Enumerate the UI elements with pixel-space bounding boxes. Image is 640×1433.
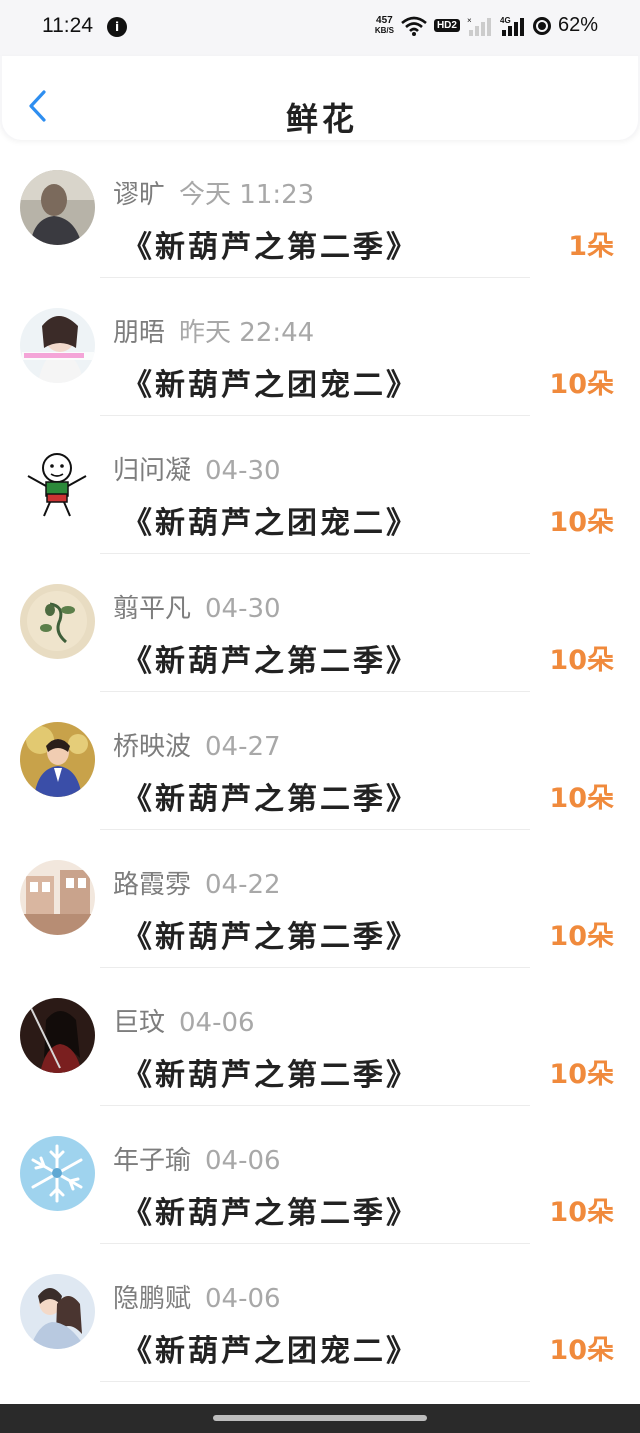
battery-icon <box>532 16 551 35</box>
sent-time: 04-30 <box>205 456 281 486</box>
sender-meta: 桥映波 04-27 <box>113 726 281 763</box>
avatar[interactable] <box>20 1274 95 1349</box>
flower-count: 10朵 <box>549 369 614 400</box>
book-title[interactable]: 《新葫芦之第二季》 <box>122 774 419 818</box>
book-title[interactable]: 《新葫芦之团宠二》 <box>122 360 419 404</box>
notification-icon: i <box>107 17 127 37</box>
sent-time: 04-30 <box>205 594 281 624</box>
sender-meta: 巨玟 04-06 <box>113 1002 255 1039</box>
avatar[interactable] <box>20 170 95 245</box>
sender-meta: 朋晤 昨天 22:44 <box>113 312 314 349</box>
sender-name: 路霞雰 <box>113 870 192 900</box>
status-time: 11:24 <box>42 14 93 37</box>
sent-time: 04-27 <box>205 732 281 762</box>
sent-time: 04-06 <box>205 1146 281 1176</box>
signal-4g-icon: 4G <box>500 16 524 36</box>
avatar[interactable] <box>20 584 95 659</box>
network-speed-unit: KB/S <box>374 25 394 35</box>
avatar[interactable] <box>20 308 95 383</box>
home-gesture-handle[interactable] <box>213 1415 427 1421</box>
list-item[interactable]: 朋晤 昨天 22:44 《新葫芦之团宠二》 10朵 <box>0 278 640 416</box>
flower-count: 10朵 <box>549 783 614 814</box>
signal-weak-icon: × <box>467 16 491 36</box>
header-panel: 鲜花 <box>2 56 638 140</box>
book-title[interactable]: 《新葫芦之第二季》 <box>122 1188 419 1232</box>
sender-name: 归问凝 <box>113 456 192 486</box>
avatar[interactable] <box>20 1136 95 1211</box>
list-item[interactable]: 桥映波 04-27 《新葫芦之第二季》 10朵 <box>0 692 640 830</box>
sent-time: 04-22 <box>205 870 281 900</box>
sender-name: 巨玟 <box>113 1008 166 1038</box>
page-title: 鲜花 <box>285 100 358 138</box>
status-bar: 11:24 i 457 KB/S HD2 × 4G 62% <box>0 0 640 56</box>
sent-time: 04-06 <box>179 1008 255 1038</box>
avatar[interactable] <box>20 446 95 521</box>
sender-meta: 隐鹏赋 04-06 <box>113 1278 281 1315</box>
battery-level: 62% <box>557 14 598 36</box>
sent-time: 今天 11:23 <box>179 180 315 210</box>
book-title[interactable]: 《新葫芦之团宠二》 <box>122 1326 419 1370</box>
network-speed-value: 457 <box>376 14 393 26</box>
book-title[interactable]: 《新葫芦之第二季》 <box>122 636 419 680</box>
list-item[interactable]: 巨玟 04-06 《新葫芦之第二季》 10朵 <box>0 968 640 1106</box>
sender-meta: 年子瑜 04-06 <box>113 1140 281 1177</box>
flower-count: 10朵 <box>549 1335 614 1366</box>
sender-name: 朋晤 <box>113 318 166 348</box>
divider <box>100 1381 530 1382</box>
flower-count: 10朵 <box>549 645 614 676</box>
flower-count: 10朵 <box>549 921 614 952</box>
avatar[interactable] <box>20 722 95 797</box>
sender-meta: 翦平凡 04-30 <box>113 588 281 625</box>
avatar[interactable] <box>20 860 95 935</box>
book-title[interactable]: 《新葫芦之第二季》 <box>122 912 419 956</box>
flower-count: 1朵 <box>568 231 614 262</box>
hd-badge: HD2 <box>433 19 460 32</box>
sender-name: 年子瑜 <box>113 1146 192 1176</box>
book-title[interactable]: 《新葫芦之团宠二》 <box>122 498 419 542</box>
system-nav-bar <box>0 1404 640 1433</box>
sender-meta: 归问凝 04-30 <box>113 450 281 487</box>
book-title[interactable]: 《新葫芦之第二季》 <box>122 1050 419 1094</box>
sender-meta: 谬旷 今天 11:23 <box>113 174 314 211</box>
wifi-icon <box>401 16 427 36</box>
sender-name: 翦平凡 <box>113 594 192 624</box>
sender-name: 隐鹏赋 <box>113 1284 192 1314</box>
flower-count: 10朵 <box>549 507 614 538</box>
sender-name: 谬旷 <box>113 180 166 210</box>
flower-count: 10朵 <box>549 1197 614 1228</box>
list-item[interactable]: 归问凝 04-30 《新葫芦之团宠二》 10朵 <box>0 416 640 554</box>
svg-text:×: × <box>467 16 472 25</box>
sender-name: 桥映波 <box>113 732 192 762</box>
book-title[interactable]: 《新葫芦之第二季》 <box>122 222 419 266</box>
list-item[interactable]: 谬旷 今天 11:23 《新葫芦之第二季》 1朵 <box>0 140 640 278</box>
avatar[interactable] <box>20 998 95 1073</box>
list-item[interactable]: 路霞雰 04-22 《新葫芦之第二季》 10朵 <box>0 830 640 968</box>
status-indicators: 457 KB/S HD2 × 4G 62% <box>375 14 598 37</box>
list-item[interactable]: 隐鹏赋 04-06 《新葫芦之团宠二》 10朵 <box>0 1244 640 1382</box>
sender-meta: 路霞雰 04-22 <box>113 864 281 901</box>
list-item[interactable]: 翦平凡 04-30 《新葫芦之第二季》 10朵 <box>0 554 640 692</box>
sent-time: 04-06 <box>205 1284 281 1314</box>
flower-count: 10朵 <box>549 1059 614 1090</box>
sent-time: 昨天 22:44 <box>179 318 315 348</box>
network-speed: 457 KB/S <box>374 14 394 36</box>
svg-text:4G: 4G <box>500 16 511 25</box>
list-item[interactable]: 年子瑜 04-06 《新葫芦之第二季》 10朵 <box>0 1106 640 1244</box>
flower-gift-list: 谬旷 今天 11:23 《新葫芦之第二季》 1朵 朋晤 昨天 22:44 《新葫芦之… <box>0 140 640 1382</box>
app-header: 鲜花 <box>0 56 640 140</box>
